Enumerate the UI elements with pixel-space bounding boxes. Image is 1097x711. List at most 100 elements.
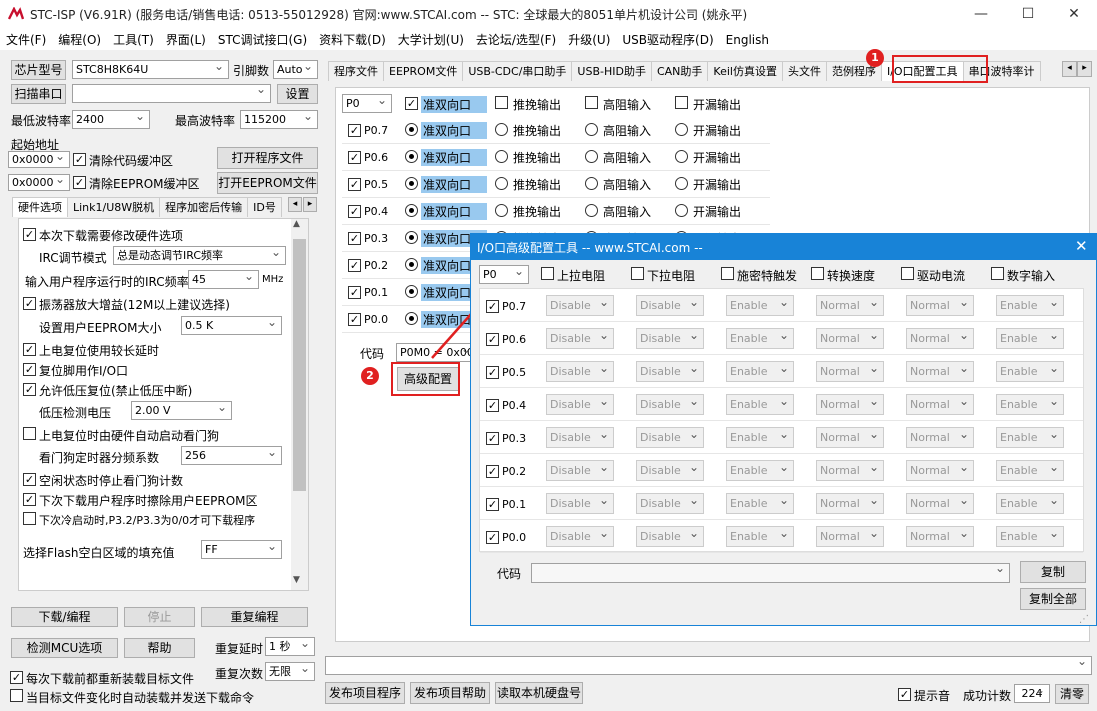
dialog-code-output[interactable] (531, 563, 1010, 583)
column-checkbox[interactable] (991, 267, 1004, 283)
irc-freq-input[interactable]: 45 (188, 270, 259, 289)
all-mode-checkbox[interactable]: ✓ (405, 96, 418, 110)
pin-mode-radio[interactable] (585, 150, 598, 166)
menu-item[interactable]: USB驱动程序(D) (616, 28, 719, 48)
osc-gain-checkbox[interactable]: ✓ (23, 296, 36, 310)
tab-header-file[interactable]: 头文件 (781, 61, 827, 81)
reload-checkbox[interactable]: ✓ (10, 670, 23, 684)
pin-mode-radio[interactable] (405, 177, 418, 193)
tab-encrypt[interactable]: 程序加密后传输 (159, 197, 249, 217)
check-mcu-button[interactable]: 检测MCU选项 (11, 638, 118, 658)
dialog-pin-checkbox[interactable]: ✓ (486, 398, 499, 412)
wdt-div-select[interactable]: 256 (181, 446, 282, 465)
dialog-cell-select[interactable]: Normal (816, 295, 884, 316)
tab-id[interactable]: ID号 (247, 197, 282, 217)
column-checkbox[interactable] (541, 267, 554, 283)
tab-keil[interactable]: Keil仿真设置 (707, 61, 783, 81)
code-address-input[interactable]: 0x0000 (8, 151, 70, 168)
scan-port-button[interactable]: 扫描串口 (11, 84, 66, 104)
dialog-cell-select[interactable]: Disable (636, 394, 704, 415)
dialog-copy-all-button[interactable]: 复制全部 (1020, 588, 1086, 610)
menu-item[interactable]: 编程(O) (52, 28, 107, 48)
dialog-cell-select[interactable]: Normal (906, 295, 974, 316)
pin-enable-checkbox[interactable]: ✓ (348, 285, 361, 299)
dialog-cell-select[interactable]: Disable (636, 361, 704, 382)
dialog-pin-checkbox[interactable]: ✓ (486, 464, 499, 478)
pin-enable-checkbox[interactable]: ✓ (348, 204, 361, 218)
dialog-cell-select[interactable]: Disable (546, 460, 614, 481)
dialog-cell-select[interactable]: Normal (816, 394, 884, 415)
pin-enable-checkbox[interactable]: ✓ (348, 150, 361, 164)
menu-item[interactable]: 界面(L) (160, 28, 212, 48)
pin-mode-radio[interactable] (405, 258, 418, 274)
pin-mode-radio[interactable] (675, 177, 688, 193)
dialog-port-select[interactable]: P0 (479, 265, 529, 284)
tab-can[interactable]: CAN助手 (650, 61, 709, 81)
tab-usb-cdc[interactable]: USB-CDC/串口助手 (462, 61, 573, 81)
dialog-cell-select[interactable]: Enable (996, 460, 1064, 481)
dialog-cell-select[interactable]: Disable (636, 295, 704, 316)
pin-mode-radio[interactable] (405, 204, 418, 220)
all-mode-checkbox[interactable] (495, 96, 508, 112)
repeat-delay-select[interactable]: 1 秒 (265, 637, 315, 656)
tab-scroll-right[interactable]: ▸ (303, 197, 317, 212)
dialog-cell-select[interactable]: Disable (546, 526, 614, 547)
dialog-cell-select[interactable]: Disable (636, 460, 704, 481)
download-program-button[interactable]: 下载/编程 (11, 607, 118, 627)
pin-mode-radio[interactable] (405, 285, 418, 301)
dialog-cell-select[interactable]: Normal (906, 493, 974, 514)
pin-mode-radio[interactable] (495, 123, 508, 139)
pin-mode-radio[interactable] (495, 204, 508, 220)
column-checkbox[interactable] (721, 267, 734, 283)
dialog-cell-select[interactable]: Disable (636, 493, 704, 514)
dialog-cell-select[interactable]: Normal (816, 361, 884, 382)
dialog-cell-select[interactable]: Disable (636, 328, 704, 349)
lvr-checkbox[interactable]: ✓ (23, 382, 36, 396)
tab-link1[interactable]: Link1/U8W脱机 (67, 197, 161, 217)
pin-mode-radio[interactable] (585, 123, 598, 139)
pin-mode-radio[interactable] (585, 177, 598, 193)
open-eeprom-file-button[interactable]: 打开EEPROM文件 (217, 172, 318, 194)
all-mode-checkbox[interactable] (675, 96, 688, 112)
dialog-cell-select[interactable]: Disable (546, 295, 614, 316)
right-tab-scroll-left[interactable]: ◂ (1062, 61, 1077, 77)
dialog-cell-select[interactable]: Normal (816, 460, 884, 481)
wdt-checkbox[interactable] (23, 427, 36, 443)
column-checkbox[interactable] (811, 267, 824, 283)
column-checkbox[interactable] (631, 267, 644, 283)
pin-enable-checkbox[interactable]: ✓ (348, 312, 361, 326)
menu-item[interactable]: 工具(T) (107, 28, 160, 48)
por-delay-checkbox[interactable]: ✓ (23, 342, 36, 356)
dialog-cell-select[interactable]: Normal (816, 328, 884, 349)
pin-mode-radio[interactable] (585, 204, 598, 220)
tab-program-file[interactable]: 程序文件 (328, 61, 384, 81)
menu-item[interactable]: 升级(U) (562, 28, 616, 48)
dialog-cell-select[interactable]: Enable (996, 328, 1064, 349)
dialog-cell-select[interactable]: Normal (816, 493, 884, 514)
dialog-cell-select[interactable]: Normal (906, 361, 974, 382)
dialog-cell-select[interactable]: Enable (726, 493, 794, 514)
dialog-copy-button[interactable]: 复制 (1020, 561, 1086, 583)
read-disk-id-button[interactable]: 读取本机硬盘号 (495, 682, 583, 704)
dialog-cell-select[interactable]: Disable (546, 328, 614, 349)
clear-count-button[interactable]: 清零 (1055, 684, 1089, 704)
dialog-cell-select[interactable]: Enable (726, 295, 794, 316)
pin-enable-checkbox[interactable]: ✓ (348, 177, 361, 191)
dialog-pin-checkbox[interactable]: ✓ (486, 497, 499, 511)
dialog-cell-select[interactable]: Enable (996, 361, 1064, 382)
min-baud-select[interactable]: 2400 (72, 110, 150, 129)
clear-code-checkbox[interactable]: ✓ (73, 152, 86, 166)
low-voltage-select[interactable]: 2.00 V (131, 401, 232, 420)
eeprom-address-input[interactable]: 0x0000 (8, 174, 70, 191)
repeat-program-button[interactable]: 重复编程 (201, 607, 308, 627)
dialog-cell-select[interactable]: Normal (906, 427, 974, 448)
dialog-cell-select[interactable]: Disable (546, 427, 614, 448)
pin-mode-radio[interactable] (405, 150, 418, 166)
menu-item[interactable]: 去论坛/选型(F) (470, 28, 562, 48)
help-button[interactable]: 帮助 (124, 638, 195, 658)
publish-program-button[interactable]: 发布项目程序 (325, 682, 405, 704)
dialog-cell-select[interactable]: Normal (906, 460, 974, 481)
pin-count-select[interactable]: Auto (273, 60, 318, 79)
dialog-close-icon[interactable]: ✕ (1075, 237, 1088, 255)
dialog-pin-checkbox[interactable]: ✓ (486, 299, 499, 313)
